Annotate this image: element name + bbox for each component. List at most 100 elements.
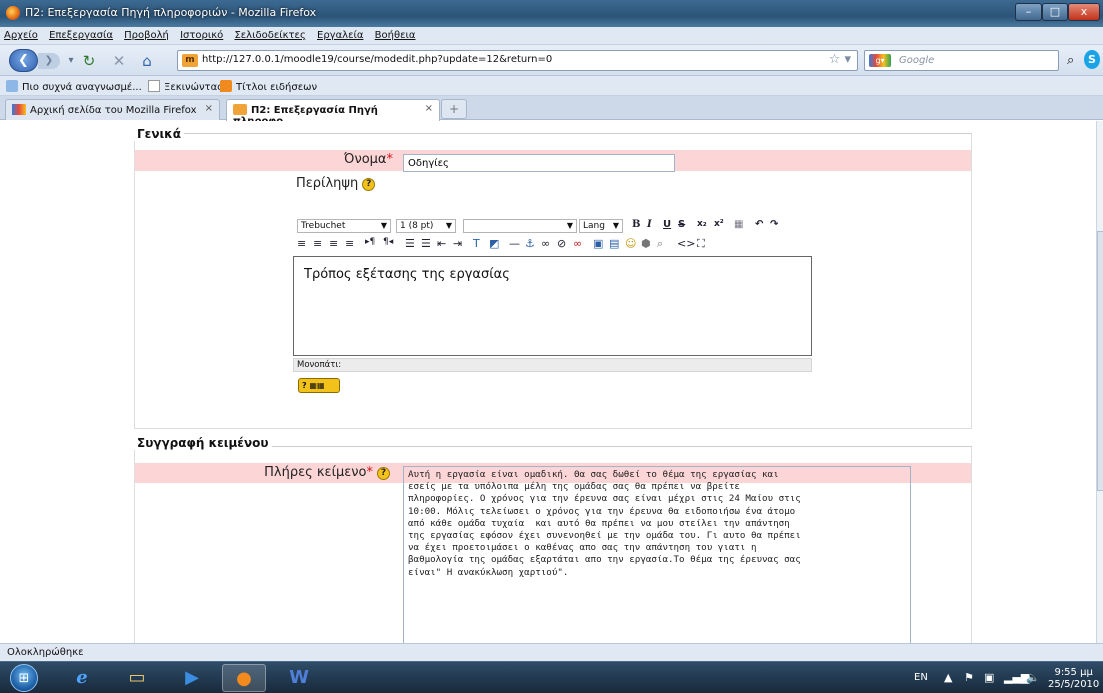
menu-tools[interactable]: Εργαλεία xyxy=(313,27,367,41)
lang-select[interactable]: Lang ▼ xyxy=(579,219,623,233)
bookmark-folder-icon xyxy=(6,80,18,92)
fulltext-textarea[interactable]: Αυτή η εργασία είναι ομαδική. Θα σας δωθ… xyxy=(403,466,911,643)
skype-icon[interactable]: S xyxy=(1084,50,1100,69)
maximize-button[interactable]: □ xyxy=(1042,3,1068,21)
unordered-list-icon[interactable]: ☰ xyxy=(421,237,431,250)
search-icon[interactable]: ⌕ xyxy=(1067,53,1074,68)
text-color-icon[interactable]: T xyxy=(473,237,480,250)
underline-icon[interactable]: U xyxy=(663,219,671,230)
browser-window: Π2: Επεξεργασία Πηγή πληροφοριών - Mozil… xyxy=(0,0,1103,693)
ordered-list-icon[interactable]: ☰ xyxy=(405,237,415,250)
strikethrough-icon[interactable]: S xyxy=(678,219,685,230)
search-replace-icon[interactable]: ⌕ xyxy=(657,237,663,251)
firefox-taskbar-icon[interactable]: ● xyxy=(222,664,266,692)
menu-bookmarks[interactable]: Σελιδοδείκτες xyxy=(230,27,309,41)
format-select[interactable]: ▼ xyxy=(463,219,577,233)
rtl-icon[interactable]: ¶◂ xyxy=(383,237,393,247)
link-icon[interactable]: ∞ xyxy=(541,237,550,250)
rss-icon xyxy=(220,80,232,92)
html-source-icon[interactable]: <> xyxy=(677,237,695,250)
anchor-icon[interactable]: ⚓ xyxy=(525,237,535,250)
back-button[interactable]: ❮ xyxy=(9,49,38,72)
justify-full-icon[interactable]: ≡ xyxy=(345,237,354,250)
bold-icon[interactable]: B xyxy=(632,219,640,230)
vertical-scrollbar[interactable] xyxy=(1096,121,1103,643)
volume-icon[interactable]: 🔈 xyxy=(1026,671,1040,684)
subscript-icon[interactable]: x₂ xyxy=(697,219,707,229)
editor-toolbar-bottom: ≡ ≡ ≡ ≡ ▸¶ ¶◂ ☰ ☰ ⇤ ⇥ T ◩ — ⚓ ∞ ⊘ ∞ ▣ ▤ … xyxy=(293,235,812,254)
menu-help[interactable]: Βοήθεια xyxy=(371,27,420,41)
site-favicon: m xyxy=(182,54,198,67)
help-icon[interactable]: ? xyxy=(362,178,376,191)
image-icon[interactable]: ▣ xyxy=(593,237,603,250)
close-button[interactable]: x xyxy=(1068,3,1100,21)
flag-icon[interactable]: ⚑ xyxy=(964,671,974,684)
minimize-button[interactable]: – xyxy=(1015,3,1042,21)
home-icon[interactable]: ⌂ xyxy=(138,52,156,70)
new-tab-button[interactable]: + xyxy=(441,99,467,119)
justify-left-icon[interactable]: ≡ xyxy=(297,237,306,250)
font-select[interactable]: Trebuchet ▼ xyxy=(297,219,391,233)
name-label: Όνομα* xyxy=(343,152,393,167)
navigation-toolbar: ❮ ❯ ▾ ↻ ✕ ⌂ m http://127.0.0.1/moodle19/… xyxy=(0,45,1103,76)
system-tray: EN ▲ ⚑ ▣ ▂▄▆ 🔈 9:55 μμ 25/5/2010 xyxy=(908,664,1103,692)
forward-button[interactable]: ❯ xyxy=(38,53,60,69)
tab-bar: Αρχική σελίδα του Mozilla Firefox × Π2: Ε… xyxy=(0,96,1103,207)
editor-content-area[interactable]: Τρόπος εξέτασης της εργασίας xyxy=(293,256,812,356)
unlink-icon[interactable]: ⊘ xyxy=(557,237,566,250)
horizontal-rule-icon[interactable]: — xyxy=(509,237,520,250)
reload-icon[interactable]: ↻ xyxy=(80,52,98,70)
fullscreen-icon[interactable]: ⛶ xyxy=(697,237,705,251)
menu-history[interactable]: Ιστορικό xyxy=(176,27,227,41)
search-box[interactable]: g▾ Google xyxy=(864,50,1059,71)
start-button[interactable]: ⊞ xyxy=(10,664,38,692)
close-tab-icon[interactable]: × xyxy=(205,103,213,114)
indent-icon[interactable]: ⇥ xyxy=(453,237,462,250)
scrollbar-thumb[interactable] xyxy=(1097,231,1103,491)
tab-edit-resource[interactable]: Π2: Επεξεργασία Πηγή πληροφο...× xyxy=(226,99,440,127)
outdent-icon[interactable]: ⇤ xyxy=(437,237,446,250)
explorer-folder-icon[interactable]: ▭ xyxy=(115,664,159,692)
help-icon[interactable]: ? xyxy=(377,467,390,480)
special-char-icon[interactable]: ⬢ xyxy=(641,237,651,250)
stop-icon[interactable]: ✕ xyxy=(110,52,128,70)
bg-color-icon[interactable]: ◩ xyxy=(489,237,499,250)
word-icon[interactable]: W xyxy=(277,664,321,692)
google-icon[interactable]: g▾ xyxy=(869,54,891,67)
menu-file[interactable]: Αρχείο xyxy=(0,27,42,41)
close-tab-icon[interactable]: × xyxy=(425,103,433,114)
clock[interactable]: 9:55 μμ 25/5/2010 xyxy=(1048,667,1099,691)
table-icon[interactable]: ▤ xyxy=(609,237,619,250)
address-bar[interactable]: m http://127.0.0.1/moodle19/course/moded… xyxy=(177,50,858,71)
size-select[interactable]: 1 (8 pt) ▼ xyxy=(396,219,456,233)
editor-help-button[interactable]: ? ▦▦ xyxy=(298,378,340,393)
history-dropdown-icon[interactable]: ▾ xyxy=(62,55,80,66)
name-input[interactable] xyxy=(403,154,675,172)
redo-icon[interactable]: ↷ xyxy=(770,219,778,230)
window-title: Π2: Επεξεργασία Πηγή πληροφοριών - Mozil… xyxy=(25,6,317,19)
fulltext-label: Πλήρες κείμενο*? xyxy=(230,465,390,480)
justify-right-icon[interactable]: ≡ xyxy=(329,237,338,250)
clean-word-icon[interactable]: ▦ xyxy=(734,219,743,230)
menu-view[interactable]: Προβολή xyxy=(120,27,173,41)
italic-icon[interactable]: I xyxy=(647,219,652,230)
superscript-icon[interactable]: x² xyxy=(714,219,724,229)
bookmark-most-visited[interactable]: Πιο συχνά αναγνωσμέ... xyxy=(6,80,142,93)
tab-firefox-home[interactable]: Αρχική σελίδα του Mozilla Firefox × xyxy=(5,99,220,120)
bookmark-star-icon[interactable]: ☆ ▾ xyxy=(829,52,851,67)
bookmark-getting-started[interactable]: Ξεκινώντας xyxy=(148,80,223,93)
internet-explorer-icon[interactable]: e xyxy=(60,664,104,692)
nolink-icon[interactable]: ∞ xyxy=(573,237,582,250)
page-content: Γενικά Όνομα* Περίληψη? Trebuchet▼ 1 (8 … xyxy=(0,121,1096,643)
menu-edit[interactable]: Επεξεργασία xyxy=(45,27,117,41)
title-bar: Π2: Επεξεργασία Πηγή πληροφοριών - Mozil… xyxy=(0,0,1103,27)
smiley-icon[interactable]: ☺ xyxy=(625,237,636,250)
ltr-icon[interactable]: ▸¶ xyxy=(365,237,375,247)
bookmark-news-headlines[interactable]: Τίτλοι ειδήσεων xyxy=(220,80,317,93)
justify-center-icon[interactable]: ≡ xyxy=(313,237,322,250)
network-icon[interactable]: ▣ xyxy=(984,671,994,684)
show-hidden-icons[interactable]: ▲ xyxy=(944,671,952,684)
undo-icon[interactable]: ↶ xyxy=(755,219,763,230)
language-indicator[interactable]: EN xyxy=(914,672,928,683)
media-player-icon[interactable]: ▶ xyxy=(170,664,214,692)
